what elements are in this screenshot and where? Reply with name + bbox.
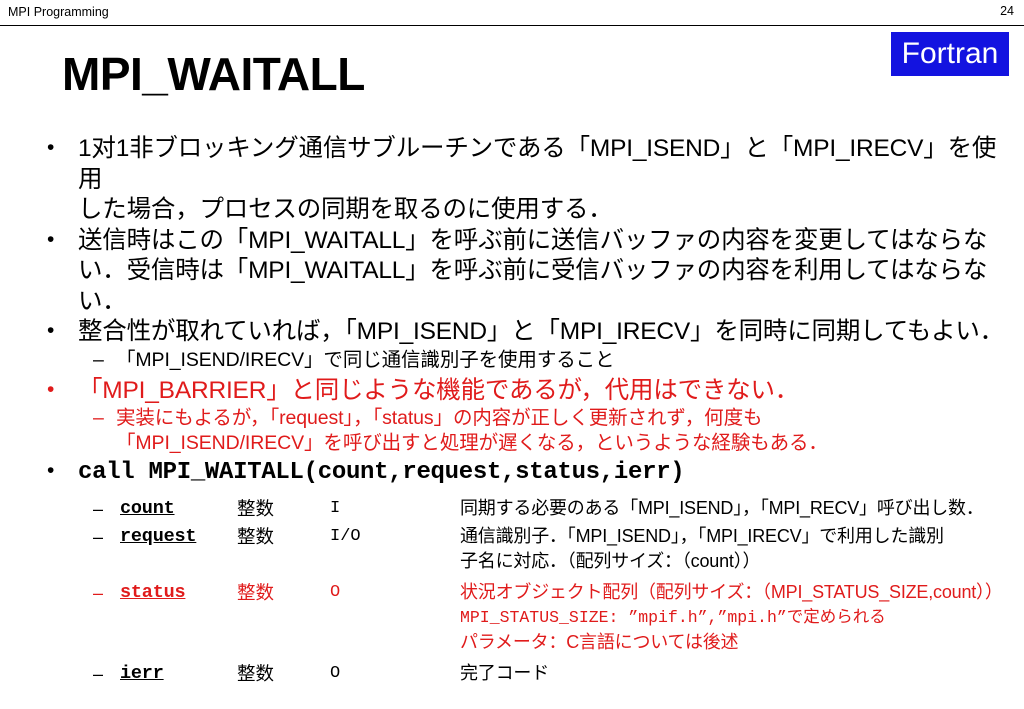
bullet-item-4-sub-line-1: 実装にもよるが，「request」，「status」の内容が正しく更新されず，何… <box>116 407 763 429</box>
slide-header: MPI Programming 24 <box>0 0 1024 26</box>
bullet-item-1-line-1: 1对1非ブロッキング通信サブルーチンである「MPI_ISEND」と「MPI_IR… <box>78 135 997 193</box>
sub-bullet-marker-icon: – <box>93 348 104 371</box>
header-title: MPI Programming <box>8 5 109 19</box>
call-signature: call MPI_WAITALL(count,request,status,ie… <box>78 459 685 486</box>
parameter-description-line: パラメータ：C言語については後述 <box>460 632 739 652</box>
sub-bullet-marker-icon: – <box>93 583 104 603</box>
parameter-io: I/O <box>330 527 361 546</box>
parameter-type: 整数 <box>237 498 275 519</box>
parameter-description-line: 完了コード <box>460 663 549 683</box>
parameter-name: request <box>120 526 197 547</box>
sub-bullet-marker-icon: – <box>93 407 104 429</box>
bullet-marker-icon: • <box>47 136 55 159</box>
page-number: 24 <box>1000 4 1014 18</box>
parameter-table: – count 整数 I 同期する必要のある「MPI_ISEND」，「MPI_RECV」… <box>40 496 1020 689</box>
parameter-description: 完了コード <box>460 661 1024 686</box>
parameter-type: 整数 <box>237 582 275 603</box>
page-title: MPI_WAITALL <box>62 48 365 100</box>
parameter-row: – request 整数 I/O 通信識別子．「MPI_ISEND」，「MPI_IREC… <box>40 524 1020 574</box>
slide-body: • 1对1非ブロッキング通信サブルーチンである「MPI_ISEND」と「MPI_… <box>40 134 1015 456</box>
bullet-item-2-line-2: い．受信時は「MPI_WAITALL」を呼ぶ前に受信バッファの内容を利用してはな… <box>78 257 988 315</box>
parameter-description-line: MPI_STATUS_SIZE: ”mpif.h”,”mpi.h”で定められる <box>460 608 886 627</box>
bullet-item-1: • 1对1非ブロッキング通信サブルーチンである「MPI_ISEND」と「MPI_… <box>40 134 1015 226</box>
parameter-type: 整数 <box>237 663 275 684</box>
bullet-item-2-line-1: 送信時はこの「MPI_WAITALL」を呼ぶ前に送信バッファの内容を変更してはな… <box>78 226 988 254</box>
bullet-item-3: • 整合性が取れていれば，「MPI_ISEND」と「MPI_IRECV」を同時に… <box>40 317 1015 348</box>
parameter-row: – status 整数 O 状況オブジェクト配列（配列サイズ：（MPI_STATUS_S… <box>40 580 1020 655</box>
bullet-item-1-line-2: した場合，プロセスの同期を取るのに使用する． <box>78 196 613 223</box>
bullet-item-4-sub-line-2: 「MPI_ISEND/IRECV」を呼び出すと処理が遅くなる，というような経験も… <box>116 432 828 454</box>
language-badge: Fortran <box>891 32 1009 76</box>
parameter-name: count <box>120 498 175 519</box>
bullet-item-4-sub: – 実装にもよるが，「request」，「status」の内容が正しく更新されず… <box>40 406 1015 456</box>
parameter-description-line: 子名に対応．（配列サイズ：（count）） <box>460 551 761 571</box>
sub-bullet-marker-icon: – <box>93 527 104 547</box>
bullet-marker-icon: • <box>47 319 55 342</box>
bullet-item-4: • 「MPI_BARRIER」と同じような機能であるが，代用はできない． <box>40 376 1015 407</box>
parameter-io: O <box>330 583 341 602</box>
parameter-type: 整数 <box>237 526 275 547</box>
parameter-description-line: 通信識別子．「MPI_ISEND」，「MPI_IRECV」で利用した識別 <box>460 526 944 546</box>
parameter-row: – ierr 整数 O 完了コード <box>40 661 1020 687</box>
bullet-item-3-text: 整合性が取れていれば，「MPI_ISEND」と「MPI_IRECV」を同時に同期… <box>78 318 1004 345</box>
parameter-description-line: 状況オブジェクト配列（配列サイズ：（MPI_STATUS_SIZE,count）… <box>460 582 1003 602</box>
call-signature-row: • call MPI_WAITALL(count,request,status,… <box>40 455 685 489</box>
language-badge-label: Fortran <box>901 37 999 70</box>
parameter-name: ierr <box>120 663 164 684</box>
bullet-marker-icon: • <box>47 227 55 251</box>
bullet-item-3-sub-text: 「MPI_ISEND/IRECV」で同じ通信識別子を使用すること <box>116 348 615 371</box>
parameter-row: – count 整数 I 同期する必要のある「MPI_ISEND」，「MPI_RECV」… <box>40 496 1020 522</box>
sub-bullet-marker-icon: – <box>93 499 104 519</box>
parameter-io: I <box>330 499 341 518</box>
bullet-item-4-text: 「MPI_BARRIER」と同じような機能であるが，代用はできない． <box>78 376 800 404</box>
bullet-item-3-sub: – 「MPI_ISEND/IRECV」で同じ通信識別子を使用すること <box>40 348 1015 373</box>
parameter-name: status <box>120 582 186 603</box>
parameter-description: 同期する必要のある「MPI_ISEND」，「MPI_RECV」呼び出し数． <box>460 496 1024 521</box>
parameter-description-line: 同期する必要のある「MPI_ISEND」，「MPI_RECV」呼び出し数． <box>460 498 984 518</box>
bullet-item-2: • 送信時はこの「MPI_WAITALL」を呼ぶ前に送信バッファの内容を変更して… <box>40 226 1015 318</box>
parameter-description: 状況オブジェクト配列（配列サイズ：（MPI_STATUS_SIZE,count）… <box>460 580 1024 655</box>
bullet-marker-icon: • <box>47 459 55 482</box>
bullet-marker-icon: • <box>47 377 55 401</box>
parameter-description: 通信識別子．「MPI_ISEND」，「MPI_IRECV」で利用した識別 子名に対… <box>460 524 1024 574</box>
sub-bullet-marker-icon: – <box>93 664 104 684</box>
parameter-io: O <box>330 664 341 683</box>
